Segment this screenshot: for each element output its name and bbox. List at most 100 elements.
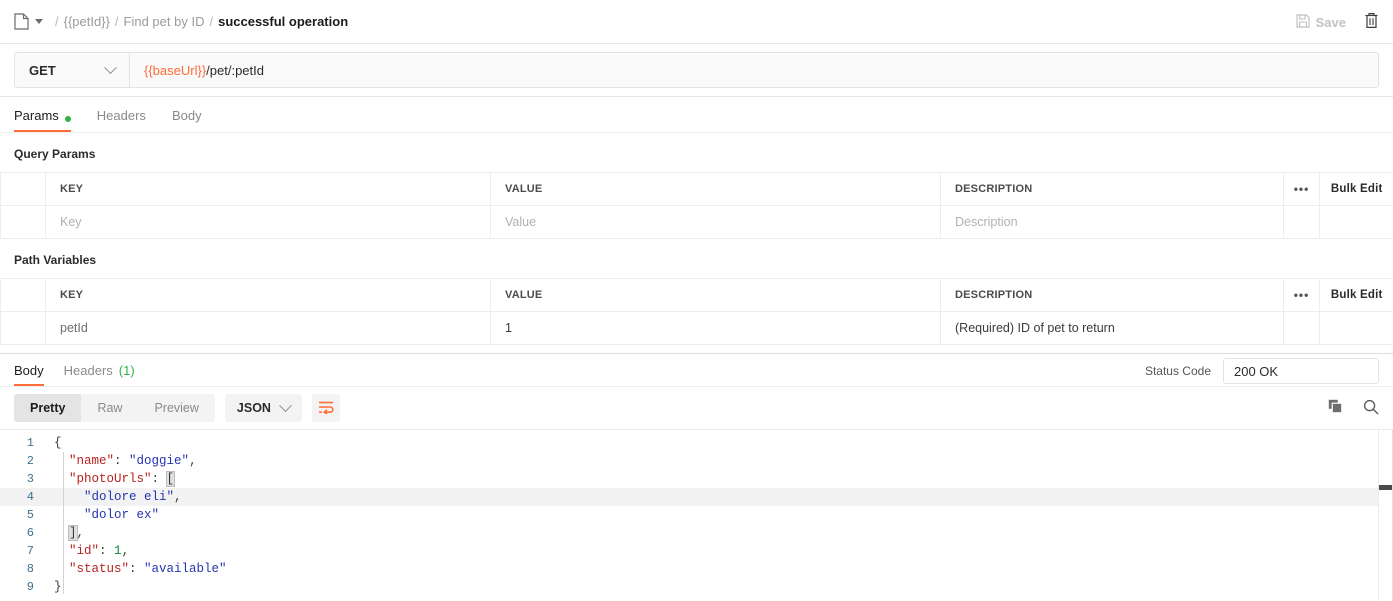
column-header-value: VALUE: [491, 279, 941, 312]
breadcrumb-item-petid[interactable]: {{petId}}: [64, 14, 110, 29]
response-body-scrollbar[interactable]: [1378, 430, 1393, 601]
line-number: 4: [0, 488, 47, 506]
value-value: 1: [505, 321, 512, 335]
path-variables-bulk-edit-button[interactable]: Bulk Edit: [1320, 279, 1393, 312]
select-all-column: [1, 173, 46, 206]
description-input[interactable]: (Required) ID of pet to return: [941, 312, 1284, 345]
ellipsis-icon: •••: [1294, 288, 1310, 302]
value-input[interactable]: 1: [491, 312, 941, 345]
code-token: "name": [69, 454, 114, 468]
row-checkbox-cell[interactable]: [1, 312, 46, 345]
code-token: "dolor ex": [84, 508, 159, 522]
tab-params[interactable]: Params: [14, 97, 71, 132]
key-input[interactable]: petId: [46, 312, 491, 345]
code-token: ]: [69, 526, 77, 540]
response-tabs: Body Headers (1): [14, 354, 135, 386]
response-tab-body-label: Body: [14, 363, 44, 378]
response-body-viewer[interactable]: 1{2 "name": "doggie",3 "photoUrls": [4 "…: [0, 429, 1393, 601]
request-url-row: GET {{baseUrl}}/pet/:petId: [0, 44, 1393, 97]
tab-headers[interactable]: Headers: [97, 97, 146, 132]
url-variable-token: {{baseUrl}}: [144, 63, 206, 78]
search-icon: [1363, 404, 1379, 418]
word-wrap-icon: [318, 400, 334, 417]
view-mode-preview[interactable]: Preview: [138, 394, 214, 422]
query-params-options-button[interactable]: •••: [1284, 173, 1320, 206]
query-params-title: Query Params: [0, 133, 1393, 172]
status-code-input[interactable]: 200 OK: [1223, 358, 1379, 384]
code-line: 9}: [0, 578, 1393, 596]
column-header-key: KEY: [46, 279, 491, 312]
code-token: 1: [114, 544, 122, 558]
code-token: [54, 526, 69, 540]
status-code-area: Status Code 200 OK: [1145, 358, 1379, 384]
query-params-table: KEY VALUE DESCRIPTION ••• Bulk Edit Key …: [0, 172, 1393, 239]
breadcrumb-item-find-pet-by-id[interactable]: Find pet by ID: [124, 14, 205, 29]
row-checkbox-cell[interactable]: [1, 206, 46, 239]
code-token: "available": [144, 562, 227, 576]
description-input[interactable]: Description: [941, 206, 1284, 239]
code-text: "photoUrls": [: [47, 470, 174, 488]
table-row[interactable]: Key Value Description: [1, 206, 1393, 239]
code-token: :: [99, 544, 114, 558]
chevron-down-icon[interactable]: [35, 19, 43, 24]
code-text: ],: [47, 524, 84, 542]
code-token: :: [152, 472, 167, 486]
response-tab-headers-label: Headers: [64, 363, 113, 378]
line-number: 8: [0, 560, 47, 578]
url-input[interactable]: {{baseUrl}}/pet/:petId: [130, 53, 1378, 87]
response-tab-headers[interactable]: Headers (1): [64, 354, 135, 386]
tab-body-label: Body: [172, 108, 202, 123]
code-token: "doggie": [129, 454, 189, 468]
trash-icon: [1364, 12, 1379, 32]
key-placeholder: Key: [60, 215, 82, 229]
code-line: 4 "dolore eli",: [0, 488, 1393, 506]
http-method-select[interactable]: GET: [15, 53, 130, 87]
row-options-cell: [1284, 206, 1320, 239]
line-number: 5: [0, 506, 47, 524]
search-button[interactable]: [1363, 399, 1379, 418]
path-variables-title: Path Variables: [0, 239, 1393, 278]
code-token: ,: [77, 526, 85, 540]
code-text: "status": "available": [47, 560, 227, 578]
line-number: 1: [0, 434, 47, 452]
table-row[interactable]: petId 1 (Required) ID of pet to return: [1, 312, 1393, 345]
save-button[interactable]: Save: [1296, 14, 1346, 31]
row-options-cell: [1284, 312, 1320, 345]
line-number: 7: [0, 542, 47, 560]
code-token: [54, 472, 69, 486]
code-text: "id": 1,: [47, 542, 129, 560]
status-code-value: 200 OK: [1234, 364, 1278, 379]
code-token: [54, 544, 69, 558]
breadcrumb-separator-1: /: [115, 14, 119, 29]
value-placeholder: Value: [505, 215, 536, 229]
path-variables-options-button[interactable]: •••: [1284, 279, 1320, 312]
select-all-column: [1, 279, 46, 312]
code-text: "name": "doggie",: [47, 452, 197, 470]
line-number: 2: [0, 452, 47, 470]
code-token: ,: [174, 490, 182, 504]
params-modified-dot-icon: [65, 116, 71, 122]
code-line: 3 "photoUrls": [: [0, 470, 1393, 488]
tab-body[interactable]: Body: [172, 97, 202, 132]
code-line: 1{: [0, 434, 1393, 452]
response-tab-body[interactable]: Body: [14, 354, 44, 386]
code-token: ,: [189, 454, 197, 468]
document-icon[interactable]: [14, 13, 29, 30]
indent-guide: [63, 452, 64, 594]
path-variables-table: KEY VALUE DESCRIPTION ••• Bulk Edit petI…: [0, 278, 1393, 345]
column-header-key: KEY: [46, 173, 491, 206]
scrollbar-marker: [1379, 485, 1392, 490]
delete-button[interactable]: [1364, 12, 1379, 32]
copy-button[interactable]: [1328, 399, 1343, 417]
response-format-select[interactable]: JSON: [225, 394, 302, 422]
view-mode-raw[interactable]: Raw: [81, 394, 138, 422]
view-mode-pretty[interactable]: Pretty: [14, 394, 81, 422]
copy-icon: [1328, 403, 1343, 417]
breadcrumb-item-successful-operation[interactable]: successful operation: [218, 14, 348, 29]
request-tabs: Params Headers Body: [0, 97, 1393, 133]
value-input[interactable]: Value: [491, 206, 941, 239]
word-wrap-button[interactable]: [312, 394, 340, 422]
query-params-bulk-edit-button[interactable]: Bulk Edit: [1320, 173, 1393, 206]
key-input[interactable]: Key: [46, 206, 491, 239]
code-text: }: [47, 578, 62, 596]
